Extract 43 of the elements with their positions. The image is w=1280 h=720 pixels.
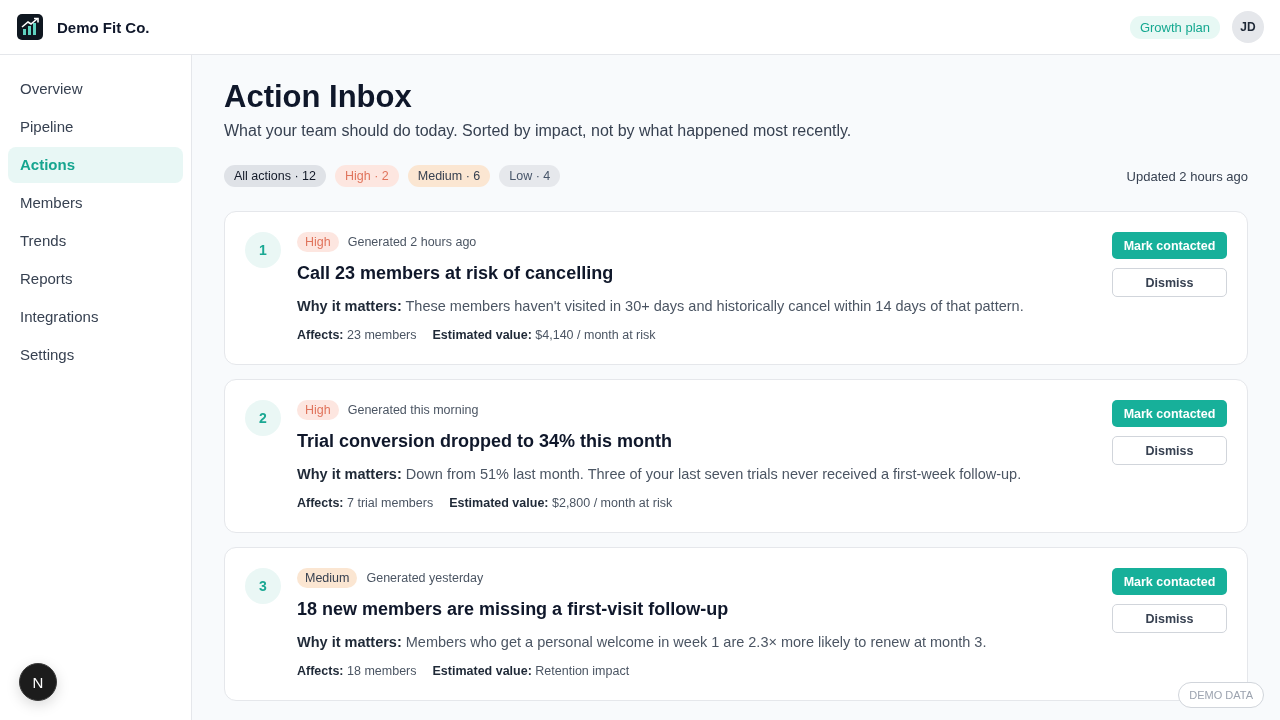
bar-chart-icon [17,14,43,40]
meta-text: Estimated value: Retention impact [432,663,630,680]
priority-tag: High [297,232,339,252]
dismiss-button[interactable]: Dismiss [1112,604,1227,633]
meta-text: Estimated value: $2,800 / month at risk [449,495,673,512]
generated-time: Generated yesterday [366,571,484,585]
nav-item[interactable]: Overview [8,71,183,107]
filter-chip[interactable]: Low · 4 [499,165,561,187]
dismiss-button[interactable]: Dismiss [1112,268,1227,297]
nav-item[interactable]: Members [8,185,183,221]
plan-badge: Growth plan [1129,15,1220,39]
why-text: Why it matters: Down from 51% last month. Three of your last seven trials never received a first-week follow-up. [297,465,1023,484]
filter-chip[interactable]: All actions · 12 [224,165,326,187]
generated-time: Generated 2 hours ago [347,235,477,249]
why-text: Why it matters: Members who get a personal welcome in week 1 are 2.3× more likely to renew at month 3. [297,633,988,652]
action-title: Call 23 members at risk of cancelling [297,262,615,284]
nav-item[interactable]: Trends [8,223,183,259]
rank-number: 2 [245,400,281,436]
nav-item[interactable]: Settings [8,337,183,373]
demo-badge: DEMO DATA [1178,682,1264,708]
nav-item[interactable]: Pipeline [8,109,183,145]
priority-tag: High [297,400,339,420]
action-title: 18 new members are missing a first-visit follow-up [297,598,730,620]
action-title: Trial conversion dropped to 34% this month [297,430,674,452]
floating-button[interactable]: N [19,663,57,701]
dismiss-button[interactable]: Dismiss [1112,436,1227,465]
meta-text: Estimated value: $4,140 / month at risk [432,327,656,344]
priority-tag: Medium [297,568,358,588]
filter-chip[interactable]: Medium · 6 [407,165,491,187]
rank-number: 3 [245,568,281,604]
generated-time: Generated this morning [347,403,479,417]
meta-text: Affects: 23 members [297,327,417,344]
meta-text: Affects: 18 members [297,663,417,680]
rank-number: 1 [245,232,281,268]
nav-item[interactable]: Reports [8,261,183,297]
why-text: Why it matters: These members haven't visited in 30+ days and historically cancel within 14 days of that pattern. [297,297,1025,316]
updated-text: Updated 2 hours ago [1126,168,1248,184]
page-title: Action Inbox [224,78,413,116]
user-avatar[interactable]: JD [1232,11,1264,43]
brand-name: Demo Fit Co. [57,18,150,36]
meta-text: Affects: 7 trial members [297,495,434,512]
nav-item[interactable]: Integrations [8,299,183,335]
page-subtitle: What your team should do today. Sorted by impact, not by what happened most recently. [224,121,853,141]
